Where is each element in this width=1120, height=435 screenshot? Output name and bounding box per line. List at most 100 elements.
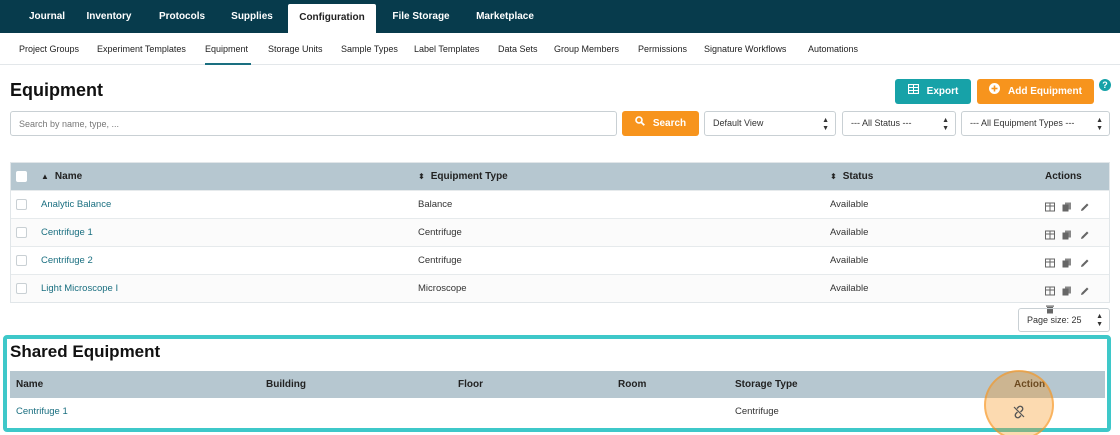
click-highlight xyxy=(984,370,1054,435)
subnav-experiment-templates[interactable]: Experiment Templates xyxy=(97,33,186,65)
chevron-updown-icon: ▲ ▼ xyxy=(822,117,829,132)
edit-icon[interactable] xyxy=(1080,199,1090,211)
edit-icon[interactable] xyxy=(1080,227,1090,239)
subnav-permissions[interactable]: Permissions xyxy=(638,33,687,65)
table-header: ▲ Name ⬍ Equipment Type ⬍ Status Actions xyxy=(11,163,1109,190)
sort-icon: ⬍ xyxy=(418,172,425,181)
shared-table-header: Name Building Floor Room Storage Type Ac… xyxy=(10,371,1105,398)
status-select[interactable]: --- All Status --- ▲ ▼ xyxy=(842,111,956,136)
equipment-status: Available xyxy=(830,199,869,210)
row-actions xyxy=(1045,283,1109,314)
view-select-value: Default View xyxy=(713,118,764,128)
search-input[interactable] xyxy=(10,111,617,136)
chevron-updown-icon: ▲ ▼ xyxy=(942,117,949,132)
select-all-checkbox[interactable] xyxy=(16,171,27,182)
subnav-signature-workflows[interactable]: Signature Workflows xyxy=(704,33,786,65)
column-name-label: Name xyxy=(54,171,83,182)
equipment-type-select-value: --- All Equipment Types --- xyxy=(970,118,1075,128)
column-header-name[interactable]: ▲ Name xyxy=(41,163,82,190)
equipment-status: Available xyxy=(830,283,869,294)
table-icon[interactable] xyxy=(1045,199,1055,212)
equipment-name-link[interactable]: Light Microscope I xyxy=(41,275,118,302)
equipment-type: Microscope xyxy=(418,283,467,294)
plus-circle-icon xyxy=(989,79,1001,104)
copy-icon[interactable] xyxy=(1062,199,1072,212)
subnav-data-sets[interactable]: Data Sets xyxy=(498,33,538,65)
view-select[interactable]: Default View ▲ ▼ xyxy=(704,111,836,136)
shared-storage-type: Centrifuge xyxy=(735,406,779,417)
copy-icon[interactable] xyxy=(1062,227,1072,240)
row-checkbox[interactable] xyxy=(16,199,27,210)
search-button[interactable]: Search xyxy=(622,111,699,136)
equipment-status: Available xyxy=(830,255,869,266)
shared-column-room: Room xyxy=(618,379,647,390)
top-navigation: Journal Inventory Protocols Supplies Con… xyxy=(0,0,1120,33)
tab-journal[interactable]: Journal xyxy=(22,0,72,33)
table-icon[interactable] xyxy=(1045,255,1055,268)
equipment-type: Centrifuge xyxy=(418,227,462,238)
tab-supplies[interactable]: Supplies xyxy=(222,0,282,33)
chevron-updown-icon: ▲ ▼ xyxy=(1096,313,1103,328)
column-type-label: Equipment Type xyxy=(430,171,508,182)
equipment-name-link[interactable]: Analytic Balance xyxy=(41,191,111,218)
column-header-type[interactable]: ⬍ Equipment Type xyxy=(418,163,508,190)
column-header-status[interactable]: ⬍ Status xyxy=(830,163,873,190)
equipment-name-link[interactable]: Centrifuge 1 xyxy=(41,219,93,246)
subnav-equipment[interactable]: Equipment xyxy=(205,33,251,65)
column-header-actions: Actions xyxy=(1045,171,1082,182)
subnav-sample-types[interactable]: Sample Types xyxy=(341,33,398,65)
row-checkbox[interactable] xyxy=(16,283,27,294)
export-button[interactable]: Export xyxy=(895,79,971,104)
status-select-value: --- All Status --- xyxy=(851,118,912,128)
tab-protocols[interactable]: Protocols xyxy=(150,0,214,33)
sub-navigation: Project Groups Experiment Templates Equi… xyxy=(0,33,1120,65)
equipment-type: Balance xyxy=(418,199,453,210)
shared-column-floor: Floor xyxy=(458,379,483,390)
table-row: Centrifuge 1 Centrifuge Available xyxy=(11,218,1109,258)
table-row: Analytic Balance Balance Available xyxy=(11,190,1109,230)
subnav-automations[interactable]: Automations xyxy=(808,33,858,65)
edit-icon[interactable] xyxy=(1080,255,1090,267)
equipment-type: Centrifuge xyxy=(418,255,462,266)
edit-icon[interactable] xyxy=(1080,283,1090,295)
sort-icon: ⬍ xyxy=(830,172,837,181)
chevron-updown-icon: ▲ ▼ xyxy=(1096,117,1103,132)
add-equipment-label: Add Equipment xyxy=(1008,86,1082,98)
search-label: Search xyxy=(652,118,687,130)
equipment-type-select[interactable]: --- All Equipment Types --- ▲ ▼ xyxy=(961,111,1110,136)
copy-icon[interactable] xyxy=(1062,283,1072,296)
shared-table-row: Centrifuge 1 Centrifuge xyxy=(10,398,1105,426)
equipment-name-link[interactable]: Centrifuge 2 xyxy=(41,247,93,274)
unlink-icon[interactable] xyxy=(1012,405,1026,419)
subnav-storage-units[interactable]: Storage Units xyxy=(268,33,323,65)
equipment-table: ▲ Name ⬍ Equipment Type ⬍ Status Actions An… xyxy=(10,162,1110,314)
row-actions xyxy=(1045,227,1109,258)
shared-equipment-title: Shared Equipment xyxy=(10,342,161,361)
table-row: Light Microscope I Microscope Available xyxy=(11,274,1109,314)
shared-equipment-name-link[interactable]: Centrifuge 1 xyxy=(16,398,68,426)
tab-inventory[interactable]: Inventory xyxy=(78,0,140,33)
shared-column-building: Building xyxy=(266,379,306,390)
table-icon[interactable] xyxy=(1045,283,1055,296)
shared-column-storage-type: Storage Type xyxy=(735,379,798,390)
subnav-label-templates[interactable]: Label Templates xyxy=(414,33,479,65)
tab-configuration[interactable]: Configuration xyxy=(288,4,376,33)
table-icon[interactable] xyxy=(1045,227,1055,240)
row-actions xyxy=(1045,255,1109,286)
subnav-group-members[interactable]: Group Members xyxy=(554,33,619,65)
table-row: Centrifuge 2 Centrifuge Available xyxy=(11,246,1109,286)
export-label: Export xyxy=(926,86,959,98)
tab-marketplace[interactable]: Marketplace xyxy=(466,0,544,33)
add-equipment-button[interactable]: Add Equipment xyxy=(977,79,1094,104)
help-icon[interactable]: ? xyxy=(1099,79,1111,91)
row-checkbox[interactable] xyxy=(16,255,27,266)
search-icon xyxy=(635,111,645,136)
copy-icon[interactable] xyxy=(1062,255,1072,268)
sort-up-icon: ▲ xyxy=(41,172,49,181)
subnav-project-groups[interactable]: Project Groups xyxy=(19,33,79,65)
shared-column-name: Name xyxy=(16,379,44,390)
page-size-select[interactable]: Page size: 25 ▲ ▼ xyxy=(1018,308,1110,332)
tab-file-storage[interactable]: File Storage xyxy=(384,0,458,33)
column-status-label: Status xyxy=(842,171,874,182)
row-checkbox[interactable] xyxy=(16,227,27,238)
